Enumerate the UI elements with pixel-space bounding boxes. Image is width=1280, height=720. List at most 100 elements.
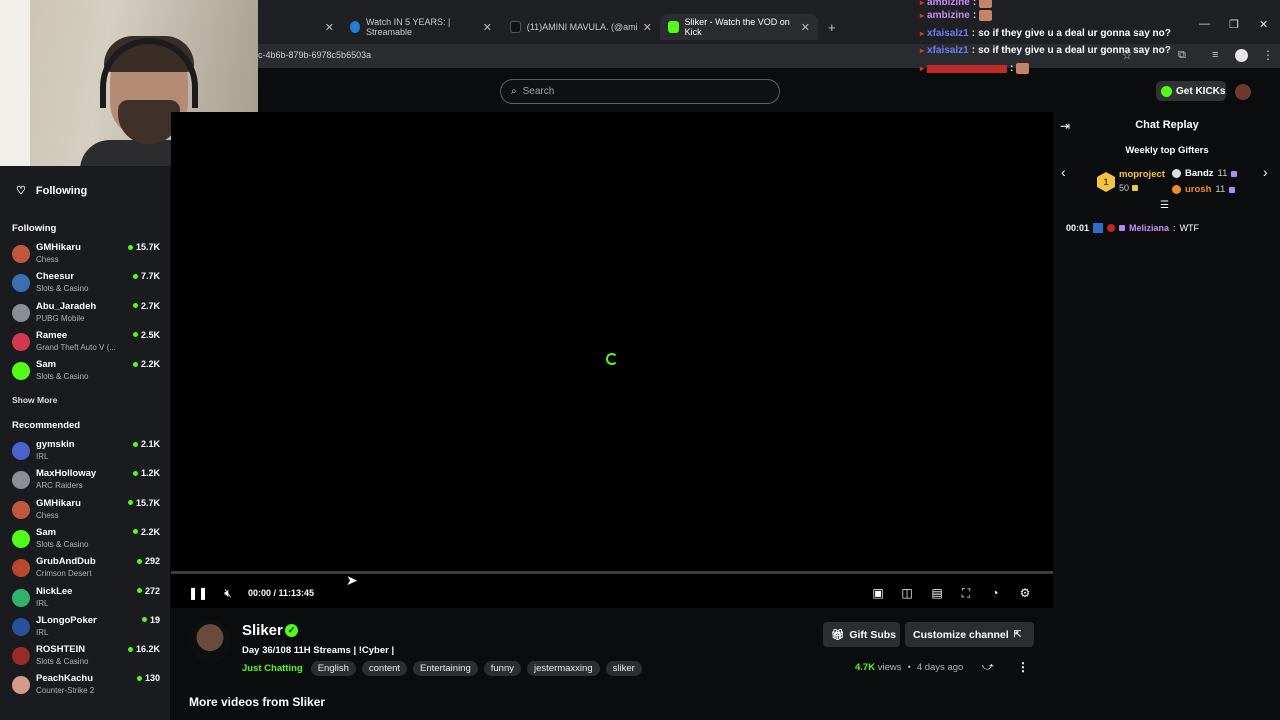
more-options-icon[interactable]: ⋮ — [1017, 660, 1029, 674]
theater-mode-icon[interactable]: ▤ — [929, 585, 945, 601]
url-text[interactable]: c-4b6b-879b-6978c5b6503a — [258, 50, 371, 60]
channel-avatar[interactable] — [190, 620, 230, 664]
channel-item[interactable]: PeachKachu Counter-Strike 2 130 — [12, 673, 162, 699]
close-tab-icon[interactable]: ✕ — [325, 21, 334, 34]
tag-pill[interactable]: English — [310, 661, 356, 676]
share-icon[interactable]: ⤻ — [982, 661, 994, 674]
tab-tiktok[interactable]: (11)AMINI MAVULA. (@aminim ✕ — [502, 14, 660, 40]
viewer-count: 19 — [141, 615, 160, 625]
fullscreen-icon[interactable]: ⛶ — [958, 585, 974, 601]
channel-item[interactable]: Abu_Jaradeh PUBG Mobile 2.7K — [12, 301, 162, 327]
channel-item[interactable]: GrubAndDub Crimson Desert 292 — [12, 556, 162, 582]
search-icon: ⌕ — [511, 86, 517, 97]
channel-avatar — [12, 471, 30, 490]
channel-item[interactable]: gymskin IRL 2.1K — [12, 439, 162, 465]
chevron-left-icon[interactable]: ‹ — [1061, 164, 1066, 180]
playback-speed-icon[interactable]: ◔ — [987, 585, 1003, 601]
close-tab-icon[interactable]: ✕ — [801, 21, 810, 34]
channel-avatar — [12, 303, 30, 322]
tag-list: Just Chatting English content Entertaining… — [242, 661, 642, 676]
channel-item[interactable]: Sam Slots & Casino 2.2K — [12, 359, 162, 385]
viewer-count: 7.7K — [132, 271, 160, 281]
tag-pill[interactable]: sliker — [605, 661, 642, 676]
channel-avatar — [12, 676, 30, 695]
chat-username[interactable]: Meliziana — [1129, 223, 1169, 233]
gift-subs-button[interactable]: 🎁︎ Gift Subs — [823, 622, 900, 647]
live-dot-icon — [127, 500, 133, 506]
channel-category: IRL — [36, 598, 49, 608]
channel-category: IRL — [36, 452, 49, 461]
collapse-chat-icon[interactable]: ⇥ — [1060, 119, 1070, 133]
upload-age: 4 days ago — [916, 662, 964, 673]
channel-item[interactable]: GMHikaru Chess 15.7K — [12, 498, 162, 524]
get-kicks-button[interactable]: Get KICKs — [1156, 81, 1226, 101]
viewer-count: 2.5K — [132, 330, 160, 340]
channel-item[interactable]: Cheesur Slots & Casino 7.7K — [12, 271, 162, 297]
emote-icon — [979, 0, 993, 8]
profile-icon[interactable] — [1235, 49, 1248, 62]
channel-item[interactable]: ROSHTEIN Slots & Casino 16.2K — [12, 644, 162, 670]
gifter[interactable]: Bandz 11 — [1172, 168, 1238, 179]
show-more-link[interactable]: Show More — [12, 395, 57, 405]
extensions-icon[interactable]: ⧉ — [1178, 49, 1186, 62]
settings-gear-icon[interactable]: ⚙ — [1017, 585, 1033, 601]
viewer-count: 16.2K — [127, 644, 160, 654]
channel-name: gymskin — [36, 439, 75, 450]
channel-name: GMHikaru — [36, 497, 81, 509]
channel-category: Counter-Strike 2 — [36, 686, 95, 696]
channel-item[interactable]: Sam Slots & Casino 2.2K — [12, 527, 162, 553]
channel-item[interactable]: NickLee IRL 272 — [12, 586, 162, 612]
user-avatar[interactable] — [1235, 84, 1251, 100]
channel-name: MaxHolloway — [36, 468, 97, 480]
tiktok-icon — [510, 21, 521, 33]
media-icon[interactable]: ≡ — [1212, 49, 1218, 61]
following-nav[interactable]: ♡ Following — [16, 184, 87, 198]
miniplayer-icon[interactable]: ▣ — [870, 585, 886, 601]
channel-item[interactable]: JLongoPoker IRL 19 — [12, 615, 162, 641]
external-link-icon: ⇱ — [1013, 629, 1022, 639]
channel-name[interactable]: Sliker — [242, 622, 283, 639]
search-input[interactable]: ⌕ Search — [500, 79, 780, 104]
maximize-button[interactable]: ❐ — [1229, 18, 1239, 31]
channel-name: Cheesur — [36, 271, 75, 283]
channel-item[interactable]: GMHikaru Chess 15.7K — [12, 242, 162, 268]
progress-bar[interactable] — [171, 571, 1053, 574]
chevron-right-icon[interactable]: › — [1263, 164, 1268, 180]
chat-message: 00:01 Meliziana: WTF — [1066, 223, 1200, 233]
tag-pill[interactable]: jestermaxxing — [527, 661, 600, 676]
expand-gifters-icon[interactable]: ☰ — [1160, 200, 1169, 211]
channel-item[interactable]: MaxHolloway ARC Raiders 1.2K — [12, 468, 162, 494]
viewer-count: 130 — [136, 673, 160, 683]
tab-streamable[interactable]: Watch IN 5 YEARS: | Streamable ✕ — [342, 14, 500, 40]
pause-button[interactable]: ❚❚ — [188, 585, 208, 601]
tab-hidden[interactable]: ✕ — [262, 14, 342, 40]
menu-icon[interactable]: ⋮ — [1262, 48, 1274, 62]
tag-pill[interactable]: funny — [483, 661, 521, 676]
mute-button[interactable]: 🔇︎ — [220, 585, 236, 601]
overlay-chat-message: ▸ ambizine : — [920, 10, 993, 21]
tag-pill[interactable]: content — [361, 661, 408, 676]
top-gifters-title: Weekly top Gifters — [1125, 145, 1209, 156]
close-window-button[interactable]: ✕ — [1259, 18, 1268, 31]
viewer-count: 15.7K — [127, 242, 160, 252]
kicks-coin-icon — [1161, 85, 1172, 97]
clip-icon[interactable]: ◫ — [899, 585, 915, 601]
gifter[interactable]: urosh 11 — [1172, 184, 1236, 195]
customize-channel-button[interactable]: Customize channel ⇱ — [905, 622, 1034, 647]
channel-name: Sam — [36, 359, 57, 371]
new-tab-button[interactable]: + — [820, 14, 844, 40]
channel-name: GMHikaru — [36, 242, 81, 253]
channel-name: Abu_Jaradeh — [36, 300, 97, 312]
channel-item[interactable]: Ramee Grand Theft Auto V (... 2.5K — [12, 330, 162, 356]
live-dot-icon — [132, 441, 138, 447]
channel-avatar — [12, 274, 30, 293]
tab-kick[interactable]: Sliker - Watch the VOD on Kick ✕ — [660, 14, 818, 40]
viewer-count: 2.7K — [132, 301, 160, 311]
emote-icon — [979, 10, 993, 21]
live-dot-icon — [132, 470, 138, 476]
minimize-button[interactable]: — — [1199, 18, 1210, 30]
category-link[interactable]: Just Chatting — [242, 663, 303, 674]
close-tab-icon[interactable]: ✕ — [483, 21, 492, 34]
tag-pill[interactable]: Entertaining — [413, 661, 478, 676]
close-tab-icon[interactable]: ✕ — [643, 21, 652, 34]
